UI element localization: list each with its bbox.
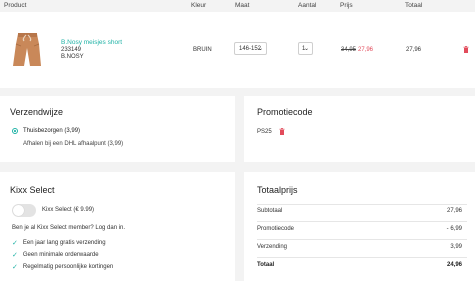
- chevron-down-icon: ⌄: [303, 45, 309, 52]
- kixx-select-card: Kixx Select Kixx Select (€ 9.99) Ben je …: [0, 172, 235, 281]
- kixx-benefit-text: Geen minimale orderwaarde: [22, 252, 99, 258]
- totals-row-label: Verzending: [257, 244, 288, 250]
- quantity-select[interactable]: 1 ⌄: [298, 42, 313, 55]
- product-color: BRUIN: [193, 47, 212, 53]
- kixx-benefit: ✓ Regelmatig persoonlijke kortingen: [12, 263, 113, 271]
- totals-row-value: - 6,99: [446, 226, 462, 232]
- header-qty: Aantal: [298, 2, 317, 9]
- remove-promo-trash-icon[interactable]: [279, 128, 285, 135]
- product-sku: 233149: [61, 47, 82, 53]
- kixx-login-prompt[interactable]: Ben je al Kixx Select member? Log dan in…: [12, 225, 125, 231]
- totals-card: Totaalprijs Subtotaal 27,96 Promotiecode…: [244, 172, 475, 281]
- promo-title: Promotiecode: [257, 107, 313, 117]
- kixx-benefit-text: Een jaar lang gratis verzending: [22, 240, 106, 246]
- kixx-title: Kixx Select: [10, 185, 55, 195]
- totals-row-value: 27,96: [446, 208, 462, 214]
- chevron-down-icon: ⌄: [257, 45, 263, 52]
- shipping-option-label: Thuisbezorgen (3,99): [23, 128, 81, 134]
- shipping-card: Verzendwijze Thuisbezorgen (3,99) Afhale…: [0, 96, 235, 162]
- product-name-link[interactable]: B.Nosy meisjes short: [61, 39, 122, 46]
- kixx-benefit-text: Regelmatig persoonlijke kortingen: [22, 264, 114, 270]
- grand-total-value: 24,96: [446, 262, 462, 268]
- kixx-benefit: ✓ Een jaar lang gratis verzending: [12, 239, 106, 247]
- cart-item-row: B.Nosy meisjes short 233149 B.NOSY BRUIN…: [0, 12, 475, 88]
- totals-title: Totaalprijs: [257, 185, 298, 195]
- kixx-toggle[interactable]: [12, 204, 36, 217]
- check-icon: ✓: [12, 240, 18, 247]
- totals-row-label: Promotiecode: [257, 226, 295, 232]
- header-price: Prijs: [340, 2, 353, 9]
- shipping-option-pickup[interactable]: Afhalen bij een DHL afhaalpunt (3,99): [12, 141, 123, 147]
- check-icon: ✓: [12, 252, 18, 259]
- promo-card: Promotiecode PS25: [244, 96, 475, 162]
- totals-row-label: Subtotaal: [257, 208, 283, 214]
- product-image[interactable]: [4, 26, 50, 72]
- header-product: Product: [4, 2, 27, 9]
- promo-code: PS25: [257, 129, 272, 135]
- radio-unselected[interactable]: [12, 141, 18, 147]
- kixx-benefit: ✓ Geen minimale orderwaarde: [12, 251, 99, 259]
- size-select[interactable]: 146-152 ⌄: [234, 42, 267, 55]
- product-brand: B.NOSY: [61, 54, 84, 60]
- header-total: Totaal: [405, 2, 423, 9]
- shipping-option-home[interactable]: Thuisbezorgen (3,99): [12, 128, 80, 134]
- shipping-option-label: Afhalen bij een DHL afhaalpunt (3,99): [23, 141, 124, 147]
- line-total: 27,96: [406, 47, 422, 53]
- kixx-toggle-label: Kixx Select (€ 9.99): [42, 207, 95, 213]
- old-price: 34,95: [341, 47, 357, 53]
- sale-price: 27,96: [358, 47, 374, 53]
- check-icon: ✓: [12, 264, 18, 271]
- header-color: Kleur: [191, 2, 207, 9]
- grand-total-label: Totaal: [257, 262, 275, 268]
- header-size: Maat: [235, 2, 250, 9]
- totals-row-value: 3,99: [450, 244, 462, 250]
- delete-item-trash-icon[interactable]: [463, 46, 469, 53]
- shipping-title: Verzendwijze: [10, 107, 64, 117]
- radio-selected[interactable]: [12, 128, 18, 134]
